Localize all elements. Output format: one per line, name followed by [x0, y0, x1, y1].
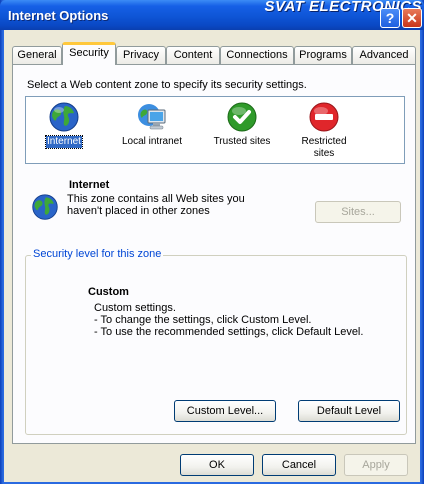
globe-icon: [32, 194, 58, 220]
default-level-button[interactable]: Default Level: [298, 400, 400, 422]
custom-level-button[interactable]: Custom Level...: [174, 400, 276, 422]
tab-security[interactable]: Security: [62, 42, 116, 65]
tab-privacy[interactable]: Privacy: [116, 46, 166, 64]
tab-general[interactable]: General: [12, 46, 62, 64]
zone-internet-label: Internet: [45, 135, 83, 149]
window-title: Internet Options: [8, 8, 109, 23]
zone-description-line2: haven't placed in other zones: [67, 205, 210, 217]
zone-restricted-label-line1: Restricted: [301, 136, 347, 147]
check-circle-icon: [227, 102, 257, 132]
intranet-monitor-icon: [138, 104, 166, 130]
title-bar[interactable]: Internet Options SVAT ELECTRONICS ? ✕: [0, 0, 424, 30]
zone-local-intranet[interactable]: Local intranet: [118, 101, 186, 148]
close-icon: ✕: [406, 10, 418, 26]
tab-programs[interactable]: Programs: [294, 46, 352, 64]
security-level-group-title: Security level for this zone: [31, 248, 164, 260]
ok-button[interactable]: OK: [180, 454, 254, 476]
globe-icon: [49, 102, 79, 132]
zone-internet[interactable]: Internet: [30, 101, 98, 149]
security-level-name: Custom: [88, 286, 129, 298]
dialog-body: General Security Privacy Content Connect…: [4, 30, 420, 482]
level-description-line2: - To change the settings, click Custom L…: [94, 314, 312, 326]
help-icon: ?: [385, 10, 395, 26]
zone-list: Internet Local intranet Trusted sites Re…: [25, 96, 405, 164]
level-description-line3: - To use the recommended settings, click…: [94, 326, 364, 338]
apply-button[interactable]: Apply: [344, 454, 408, 476]
dialog-window: Internet Options SVAT ELECTRONICS ? ✕ Ge…: [0, 0, 424, 484]
zone-description-line1: This zone contains all Web sites you: [67, 193, 245, 205]
selected-zone-description: This zone contains all Web sites you have…: [67, 193, 267, 217]
security-level-description: Custom settings. - To change the setting…: [94, 302, 363, 338]
selected-zone-title: Internet: [69, 179, 110, 191]
security-level-group: Security level for this zone Custom Cust…: [25, 248, 407, 435]
sites-button[interactable]: Sites...: [315, 201, 401, 223]
zone-restricted-sites-label: Restricted sites: [300, 136, 347, 160]
security-tab-panel: Select a Web content zone to specify its…: [12, 64, 416, 444]
level-description-line1: Custom settings.: [94, 302, 176, 314]
tab-connections[interactable]: Connections: [220, 46, 294, 64]
tab-content[interactable]: Content: [166, 46, 220, 64]
zone-prompt: Select a Web content zone to specify its…: [27, 79, 307, 91]
tab-strip: General Security Privacy Content Connect…: [12, 42, 416, 65]
zone-local-intranet-label: Local intranet: [121, 136, 183, 147]
zone-restricted-sites[interactable]: Restricted sites: [290, 101, 358, 160]
zone-restricted-label-line2: sites: [313, 148, 335, 159]
tab-advanced[interactable]: Advanced: [352, 46, 416, 64]
zone-trusted-sites[interactable]: Trusted sites: [208, 101, 276, 148]
cancel-button[interactable]: Cancel: [262, 454, 336, 476]
close-button[interactable]: ✕: [402, 8, 422, 28]
zone-trusted-sites-label: Trusted sites: [213, 136, 271, 147]
help-button[interactable]: ?: [380, 8, 400, 28]
no-entry-icon: [309, 102, 339, 132]
